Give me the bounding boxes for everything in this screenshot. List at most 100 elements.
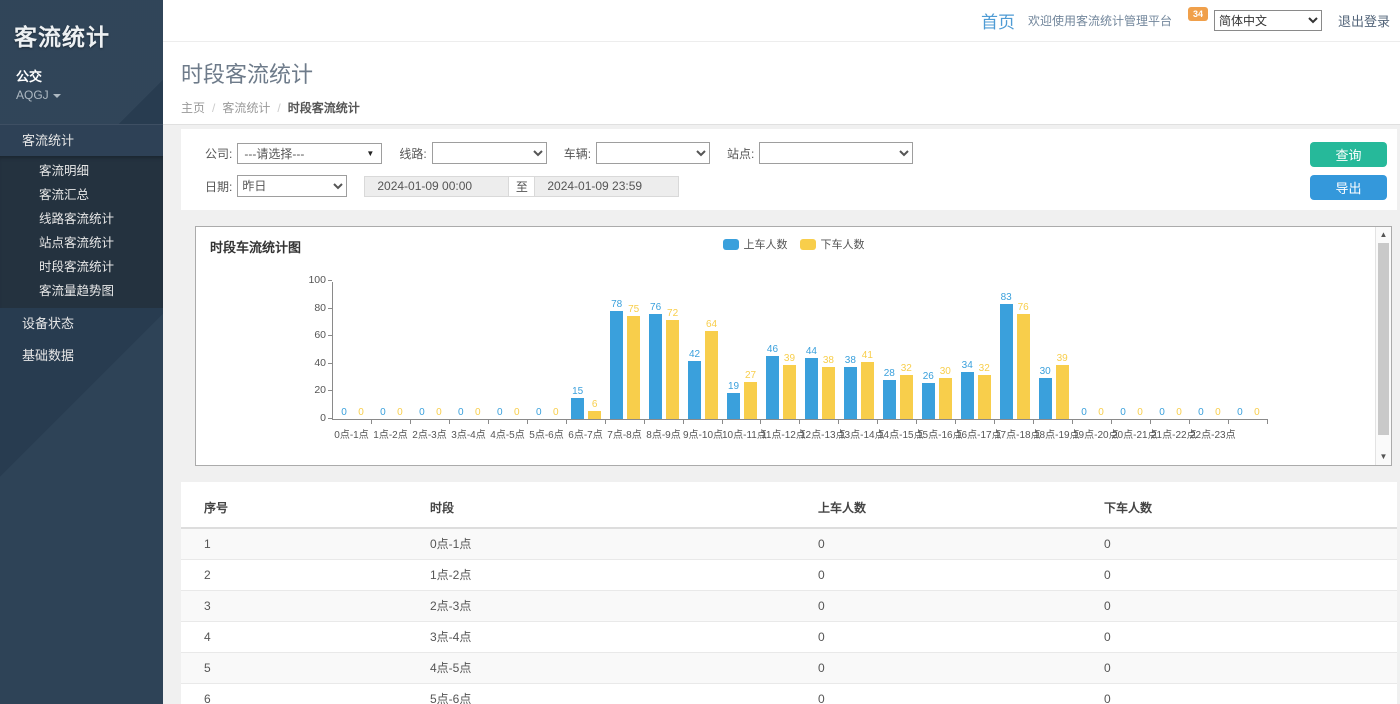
x-axis-tick-label: 22点-23点: [1190, 426, 1229, 441]
logout-link[interactable]: 退出登录: [1338, 11, 1390, 30]
query-button[interactable]: 查询: [1310, 142, 1387, 167]
page-header: 时段客流统计 主页客流统计时段客流统计: [163, 42, 1400, 125]
bar-value-label: 0: [1254, 407, 1260, 418]
sidebar-section-passenger-stats[interactable]: 客流统计: [0, 124, 163, 156]
company-select[interactable]: ---请选择---: [237, 143, 382, 164]
bar-value-label: 75: [628, 304, 639, 315]
bar-value-label: 0: [1120, 407, 1126, 418]
table-cell: 1点-2点: [430, 560, 818, 591]
scrollbar-thumb[interactable]: [1378, 243, 1389, 435]
bar-column: 0: [393, 407, 407, 419]
col-header-index: 序号: [181, 490, 430, 528]
bar-column: 0: [549, 407, 563, 419]
bar-value-label: 0: [1198, 407, 1204, 418]
bar-value-label: 76: [650, 302, 661, 313]
bar-group: 00: [372, 282, 411, 419]
sidebar-subitem[interactable]: 客流汇总: [0, 183, 163, 207]
breadcrumb: 主页客流统计时段客流统计: [181, 99, 1400, 116]
bar-value-label: 0: [436, 407, 442, 418]
bar: [822, 367, 835, 419]
bar-value-label: 0: [380, 407, 386, 418]
station-select[interactable]: [759, 142, 913, 164]
bar-value-label: 34: [962, 360, 973, 371]
home-link[interactable]: 首页: [981, 8, 1015, 33]
filter-panel: 公司: ---请选择--- 线路: 车辆: 站点: 日期: 昨日 至 查询 导出: [181, 129, 1397, 210]
date-preset-select[interactable]: 昨日: [237, 175, 347, 197]
chart-plot: 0204060801000000000000001567875767242641…: [332, 282, 1268, 420]
sidebar-subitem[interactable]: 站点客流统计: [0, 231, 163, 255]
bar: [961, 372, 974, 419]
table-cell: 0: [818, 560, 1104, 591]
x-axis-tick-label: 16点-17点: [956, 426, 995, 441]
sidebar-subitem[interactable]: 客流明细: [0, 159, 163, 183]
sidebar-subitem[interactable]: 线路客流统计: [0, 207, 163, 231]
table-cell: 0: [1104, 653, 1397, 684]
bar-value-label: 0: [1137, 407, 1143, 418]
notification-badge: 34: [1188, 7, 1208, 21]
y-axis-tick-label: 60: [290, 329, 326, 341]
bar-column: 0: [1194, 407, 1208, 419]
legend-item[interactable]: 下车人数: [800, 236, 865, 252]
top-navbar: 首页 欢迎使用客流统计管理平台 34 简体中文 退出登录: [163, 0, 1400, 42]
user-dropdown[interactable]: AQGJ: [0, 85, 163, 116]
legend-label: 下车人数: [821, 236, 865, 252]
bar-group: 00: [1229, 282, 1268, 419]
x-axis-tick-label: 18点-19点: [1034, 426, 1073, 441]
bar-column: 15: [571, 386, 585, 419]
sidebar-subitem[interactable]: 客流量趋势图: [0, 279, 163, 303]
sidebar-section-base-data[interactable]: 基础数据: [0, 340, 163, 372]
table-cell: 0: [818, 684, 1104, 704]
bar-column: 0: [432, 407, 446, 419]
bar: [939, 378, 952, 419]
bar-group: 15 6: [567, 282, 606, 419]
scroll-down-arrow-icon[interactable]: ▼: [1376, 450, 1391, 464]
breadcrumb-separator: [277, 101, 280, 115]
bar-column: 34: [960, 360, 974, 419]
vehicle-select[interactable]: [596, 142, 710, 164]
bar-group: 00: [333, 282, 372, 419]
sidebar-subitem[interactable]: 时段客流统计: [0, 255, 163, 279]
legend-item[interactable]: 上车人数: [723, 236, 788, 252]
bar-column: 0: [1094, 407, 1108, 419]
table-cell: 0: [1104, 528, 1397, 560]
x-axis-tick-label: 10点-11点: [722, 426, 761, 441]
table-row: 54点-5点00: [181, 653, 1397, 684]
bar-group: 00: [1190, 282, 1229, 419]
export-button[interactable]: 导出: [1310, 175, 1387, 200]
y-axis-tick-label: 40: [290, 357, 326, 369]
bar-group: 00: [489, 282, 528, 419]
chart-x-axis-labels: 0点-1点1点-2点2点-3点3点-4点4点-5点5点-6点6点-7点7点-8点…: [332, 426, 1268, 441]
x-axis-tick-label: 4点-5点: [488, 426, 527, 441]
bar: [805, 358, 818, 419]
breadcrumb-parent[interactable]: 客流统计: [222, 101, 270, 115]
date-range-to-label: 至: [508, 176, 535, 197]
bar-column: 6: [588, 399, 602, 419]
x-axis-tick-label: [1229, 426, 1268, 441]
x-axis-tick-label: 0点-1点: [332, 426, 371, 441]
bar: [844, 367, 857, 419]
scroll-up-arrow-icon[interactable]: ▲: [1376, 228, 1391, 242]
bar: [1000, 304, 1013, 419]
bar-group: 3039: [1034, 282, 1073, 419]
date-to-input[interactable]: [535, 176, 679, 197]
bar-group: 1927: [723, 282, 762, 419]
bar-value-label: 0: [497, 407, 503, 418]
bar-value-label: 32: [901, 363, 912, 374]
bar-column: 0: [1133, 407, 1147, 419]
chart-scrollbar[interactable]: ▲ ▼: [1375, 227, 1391, 465]
date-from-input[interactable]: [364, 176, 508, 197]
bar: [1017, 314, 1030, 419]
bar-column: 19: [727, 381, 741, 419]
bar: [627, 316, 640, 420]
bar-value-label: 0: [358, 407, 364, 418]
bar-value-label: 39: [1057, 353, 1068, 364]
line-select[interactable]: [432, 142, 547, 164]
sidebar-section-device-status[interactable]: 设备状态: [0, 308, 163, 340]
y-axis-tick: [328, 280, 332, 281]
language-select[interactable]: 简体中文: [1214, 10, 1322, 31]
bar-group: 00: [1073, 282, 1112, 419]
breadcrumb-home[interactable]: 主页: [181, 101, 205, 115]
bar-value-label: 6: [592, 399, 598, 410]
bar: [588, 411, 601, 419]
bar-column: 0: [471, 407, 485, 419]
